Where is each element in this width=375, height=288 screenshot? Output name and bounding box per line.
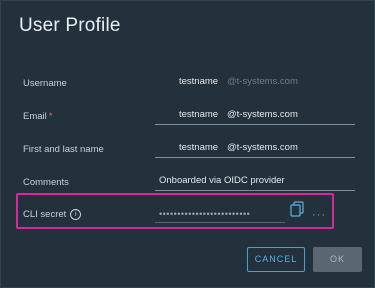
username-domain: @t-systems.com <box>227 76 298 87</box>
copy-icon[interactable] <box>290 201 304 217</box>
dialog-title: User Profile <box>19 15 121 36</box>
cli-secret-label-text: CLI secret <box>23 209 67 221</box>
email-row: Email * testname @t-systems.com <box>1 106 375 130</box>
user-profile-dialog: User Profile Username testname @t-system… <box>0 0 375 288</box>
cancel-button[interactable]: CANCEL <box>247 247 305 272</box>
name-label: First and last name <box>23 144 104 155</box>
email-label-text: Email <box>23 111 47 122</box>
name-domain: @t-systems.com <box>227 142 298 153</box>
cli-secret-field[interactable]: ••••••••••••••••••••••••• <box>155 205 285 223</box>
email-field[interactable]: testname @t-systems.com <box>155 107 355 125</box>
cli-secret-label: CLI secret i <box>23 209 82 221</box>
ok-button[interactable]: OK <box>313 247 362 272</box>
username-value: testname <box>179 76 219 87</box>
username-field: testname @t-systems.com <box>155 74 355 92</box>
required-marker: * <box>48 111 53 122</box>
comments-field[interactable]: Onboarded via OIDC provider <box>155 173 355 191</box>
username-label: Username <box>23 78 67 89</box>
more-options-icon[interactable]: ··· <box>312 209 326 221</box>
email-label: Email * <box>23 111 52 122</box>
info-icon[interactable]: i <box>70 209 82 220</box>
email-domain: @t-systems.com <box>227 109 298 120</box>
name-row: First and last name testname @t-systems.… <box>1 139 375 163</box>
name-field[interactable]: testname @t-systems.com <box>155 140 355 158</box>
email-value: testname <box>179 109 219 120</box>
comments-value: Onboarded via OIDC provider <box>159 175 285 186</box>
username-row: Username testname @t-systems.com <box>1 73 375 97</box>
name-value: testname <box>179 142 219 153</box>
comments-label: Comments <box>23 177 69 188</box>
